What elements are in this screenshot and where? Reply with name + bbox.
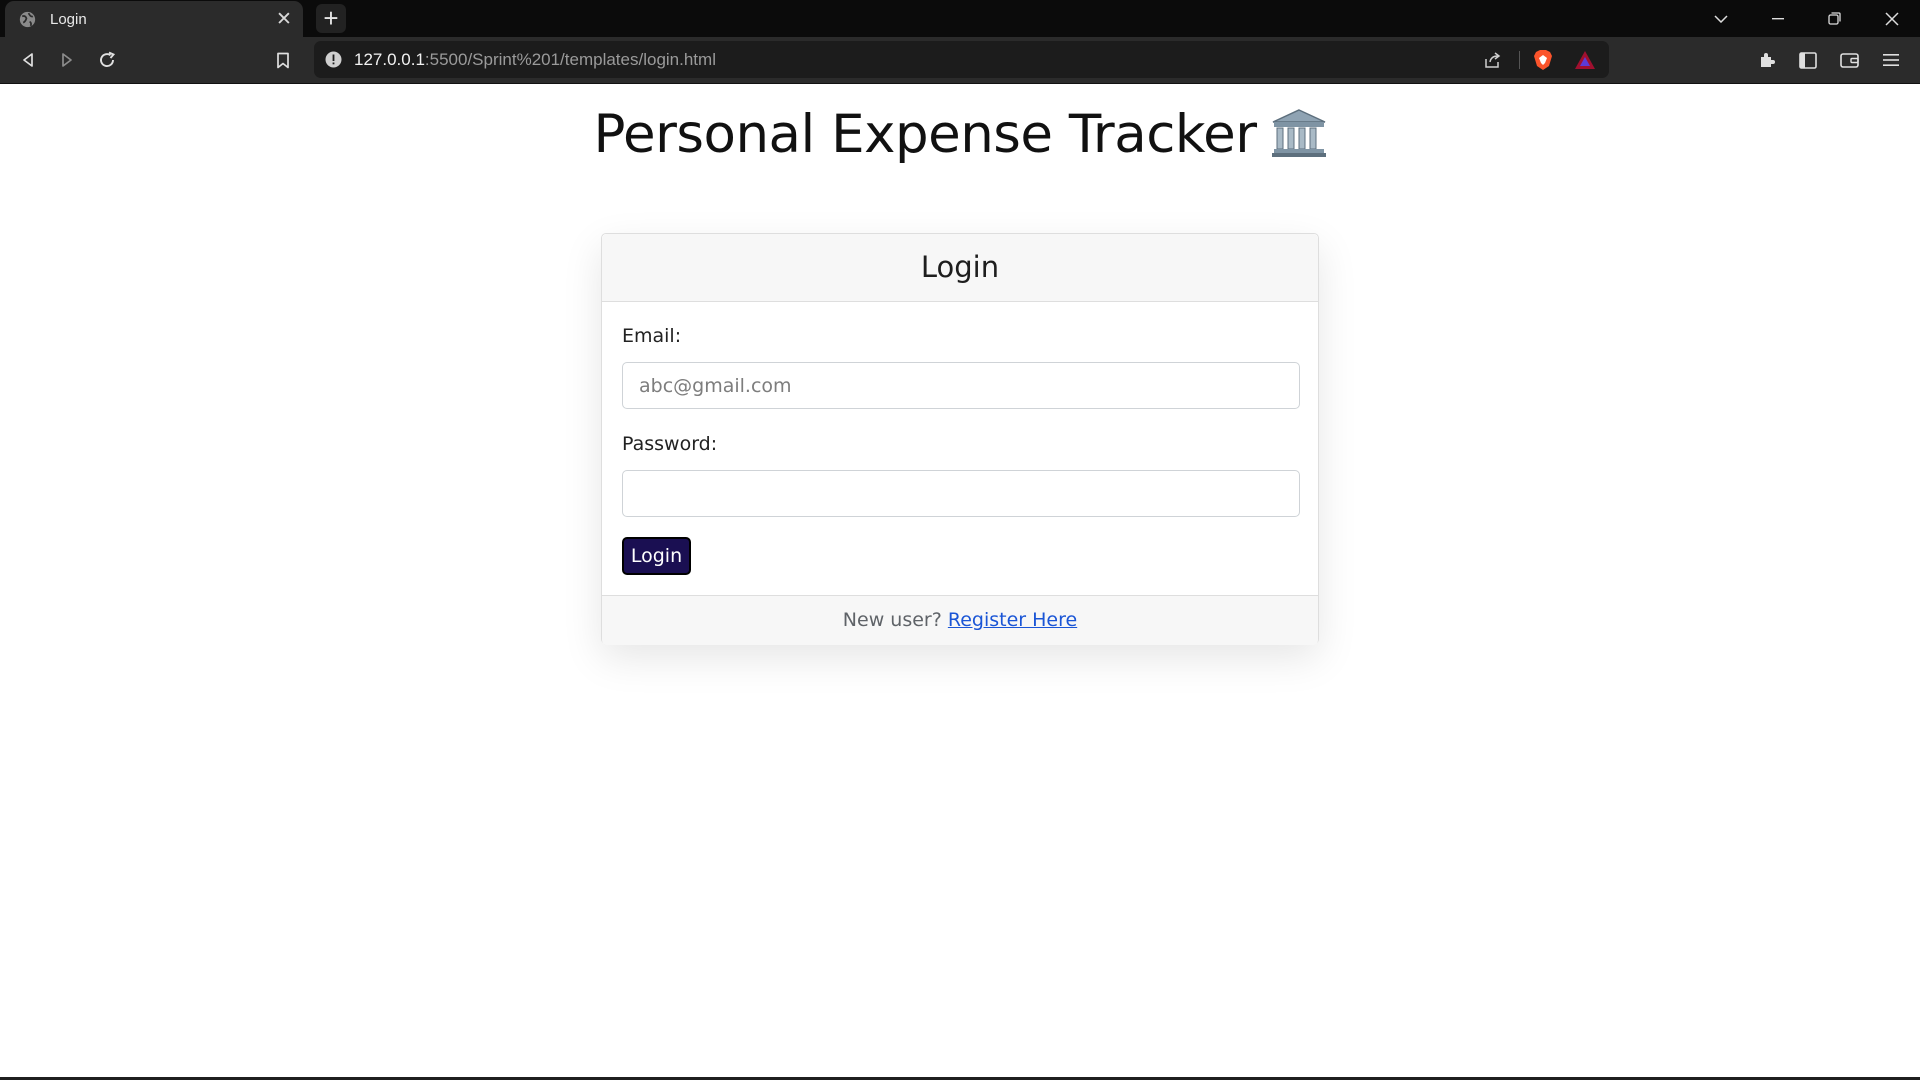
card-body: Email: Password: Login xyxy=(602,302,1318,595)
browser-toolbar: 127.0.0.1:5500/Sprint%201/templates/logi… xyxy=(0,37,1920,84)
sidebar-icon[interactable] xyxy=(1793,45,1823,75)
url-text[interactable]: 127.0.0.1:5500/Sprint%201/templates/logi… xyxy=(354,41,716,78)
back-icon[interactable] xyxy=(13,45,43,75)
address-separator xyxy=(1519,51,1520,69)
card-footer: New user? Register Here xyxy=(602,595,1318,645)
brave-rewards-icon[interactable] xyxy=(1574,50,1596,70)
restore-icon[interactable] xyxy=(1806,0,1863,37)
url-path: :5500/Sprint%201/templates/login.html xyxy=(424,50,716,69)
extensions-icon[interactable] xyxy=(1752,45,1782,75)
tab-close-icon[interactable]: ✕ xyxy=(274,10,294,29)
login-card: Login Email: Password: Login New user? R… xyxy=(601,233,1319,645)
close-window-icon[interactable] xyxy=(1863,0,1920,37)
site-info-icon[interactable] xyxy=(325,51,342,68)
password-field[interactable] xyxy=(622,470,1300,517)
forward-icon[interactable] xyxy=(52,45,82,75)
password-label: Password: xyxy=(622,433,718,455)
browser-tab[interactable]: Login ✕ xyxy=(5,1,303,37)
tab-title: Login xyxy=(50,10,87,28)
tab-search-icon[interactable] xyxy=(1692,0,1749,37)
page-title-text: Personal Expense Tracker xyxy=(593,104,1257,165)
email-label: Email: xyxy=(622,325,682,347)
card-header: Login xyxy=(602,234,1318,302)
menu-icon[interactable] xyxy=(1876,45,1906,75)
minimize-icon[interactable] xyxy=(1749,0,1806,37)
email-field[interactable] xyxy=(622,362,1300,409)
page-title: Personal Expense Tracker xyxy=(0,104,1920,165)
tab-strip: Login ✕ + xyxy=(0,0,1920,37)
new-user-text: New user? xyxy=(842,609,942,631)
url-host: 127.0.0.1 xyxy=(354,50,425,69)
address-bar[interactable]: 127.0.0.1:5500/Sprint%201/templates/logi… xyxy=(314,41,1609,78)
bank-icon xyxy=(1271,109,1326,157)
reload-icon[interactable] xyxy=(92,45,122,75)
new-tab-button[interactable]: + xyxy=(316,3,346,33)
share-icon[interactable] xyxy=(1484,51,1502,69)
register-link[interactable]: Register Here xyxy=(948,609,1077,631)
brave-shield-icon[interactable] xyxy=(1533,49,1553,71)
bookmark-icon[interactable] xyxy=(268,45,298,75)
globe-icon xyxy=(19,11,36,27)
login-button[interactable]: Login xyxy=(622,537,691,575)
wallet-icon[interactable] xyxy=(1834,45,1864,75)
